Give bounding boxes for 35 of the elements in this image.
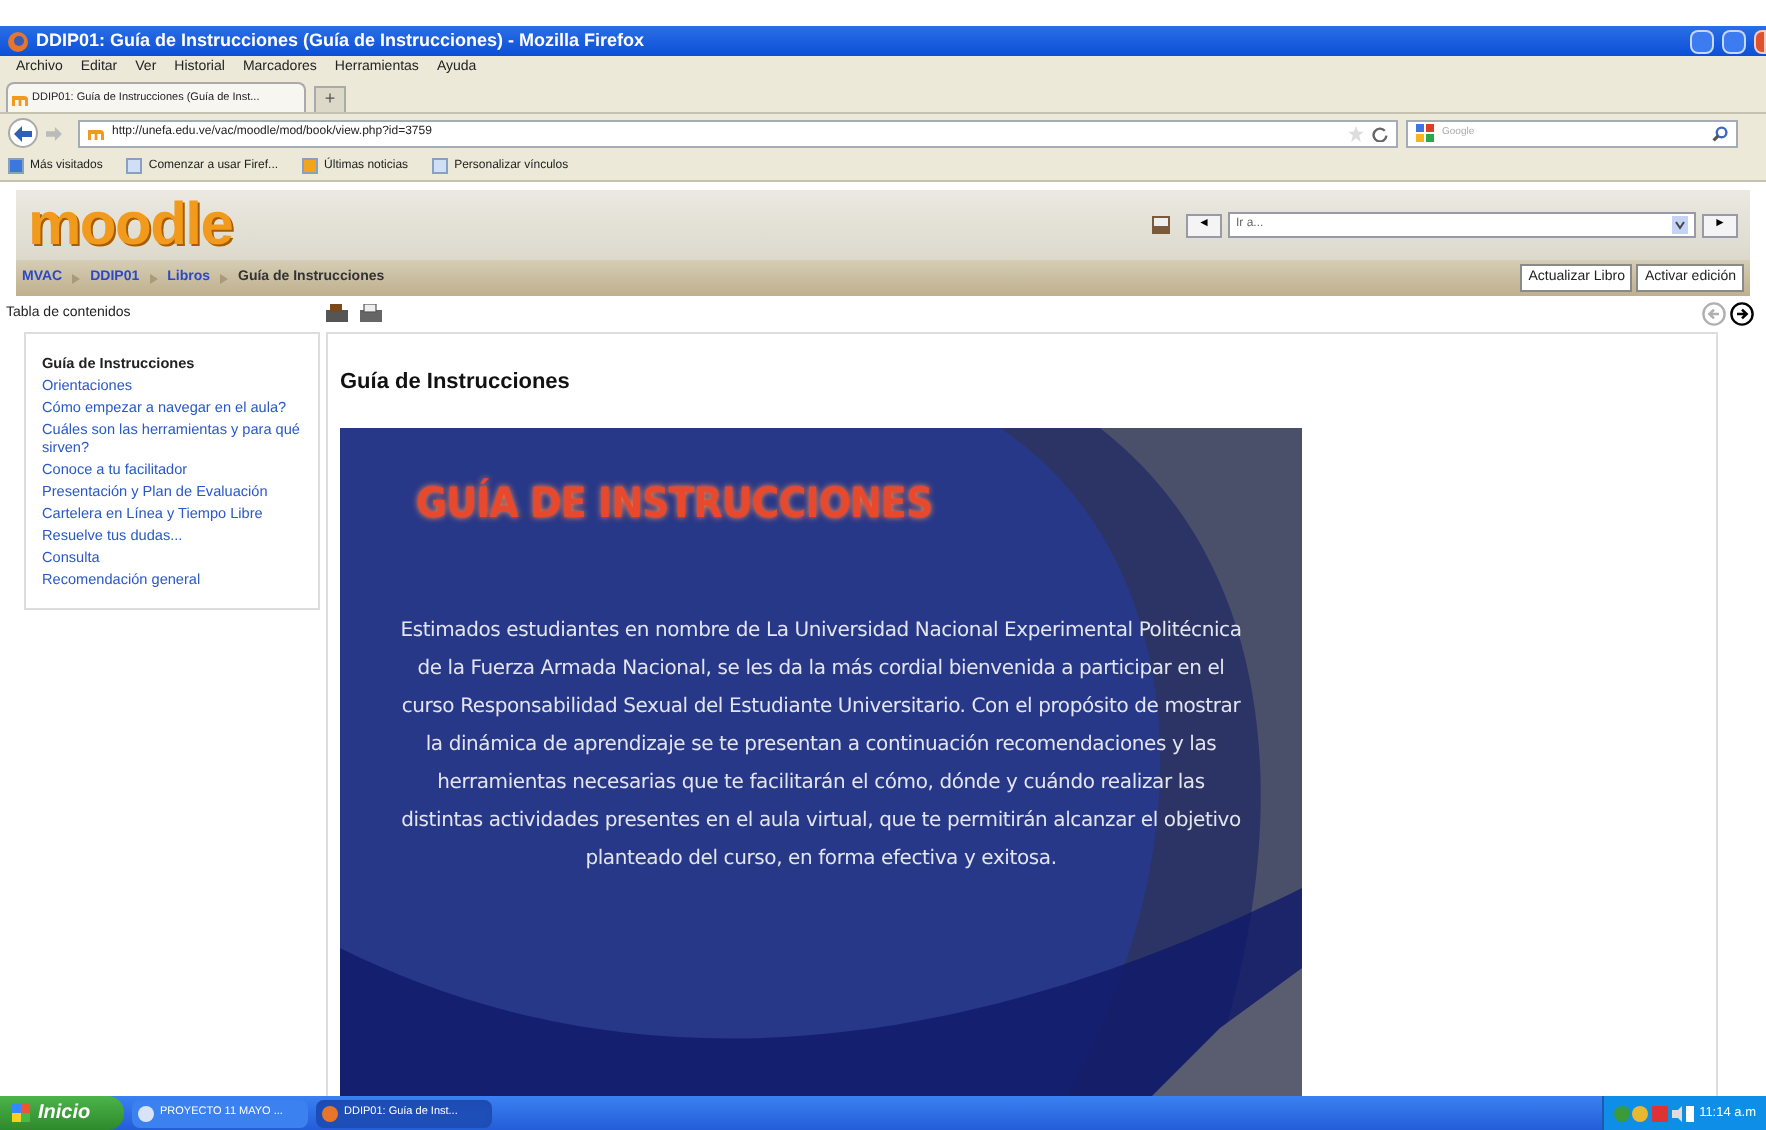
back-button[interactable] (8, 118, 38, 148)
minimize-button[interactable] (1690, 29, 1714, 53)
restore-button[interactable] (1722, 29, 1746, 53)
window-icon (138, 1105, 154, 1121)
firefox-icon (8, 31, 28, 51)
separator-icon (72, 273, 81, 283)
tray-icons-drawing (1613, 1103, 1694, 1123)
printer-icon[interactable] (326, 304, 348, 324)
dropdown-icon (1672, 216, 1688, 234)
slide-text: Estimados estudiantes en nombre de La Universidad Nacional Experimental Politécnica de la Fuerza Armada Nacional, se les da la más cordial bienvenida a participar en el curso Responsabilidad Sexual del Estudiante Universitario. Con el propósito de mostrar la dinámica de aprendizaje se te presentan a continuación recomendaciones y las herramientas necesarias que te facilitarán el cómo, dónde y cuándo realizar las distintas actividades presentes en el aula virtual, que te permitirán alcanzar el objetivo planteado del curso, en forma efectiva y exitosa. (398, 618, 1244, 874)
page-bookmark-icon (432, 158, 449, 174)
new-tab-button[interactable]: + (314, 86, 346, 112)
search-icon[interactable] (1712, 125, 1728, 141)
next-chapter-icon[interactable] (1730, 302, 1754, 326)
windows-logo-icon (12, 1104, 30, 1122)
window-title: DDIP01: Guía de Instrucciones (Guía de Instrucciones) - Mozilla Firefox (36, 27, 645, 54)
star-icon[interactable] (1348, 125, 1364, 141)
site-icon (12, 91, 28, 105)
site-icon (88, 126, 104, 140)
chapter-title: Guía de Instrucciones (340, 368, 572, 398)
moodle-logo: moodle (28, 195, 233, 255)
search-engine-icon (1416, 124, 1434, 142)
slide-title: GUÍA DE INSTRUCCIONES (416, 476, 935, 532)
feed-bookmark-icon (302, 158, 319, 174)
separator-icon (220, 273, 228, 283)
page-bookmark-icon (126, 158, 143, 174)
separator-icon (149, 273, 158, 283)
print-icon[interactable] (1152, 216, 1170, 234)
printer-icon[interactable] (360, 304, 382, 324)
smart-bookmark-icon (8, 158, 24, 174)
window-icon (322, 1105, 338, 1121)
start-label: Inicio (38, 1100, 91, 1128)
close-button[interactable] (1754, 29, 1766, 53)
back-arrow-icon (14, 125, 32, 141)
reload-icon[interactable] (1372, 125, 1388, 141)
